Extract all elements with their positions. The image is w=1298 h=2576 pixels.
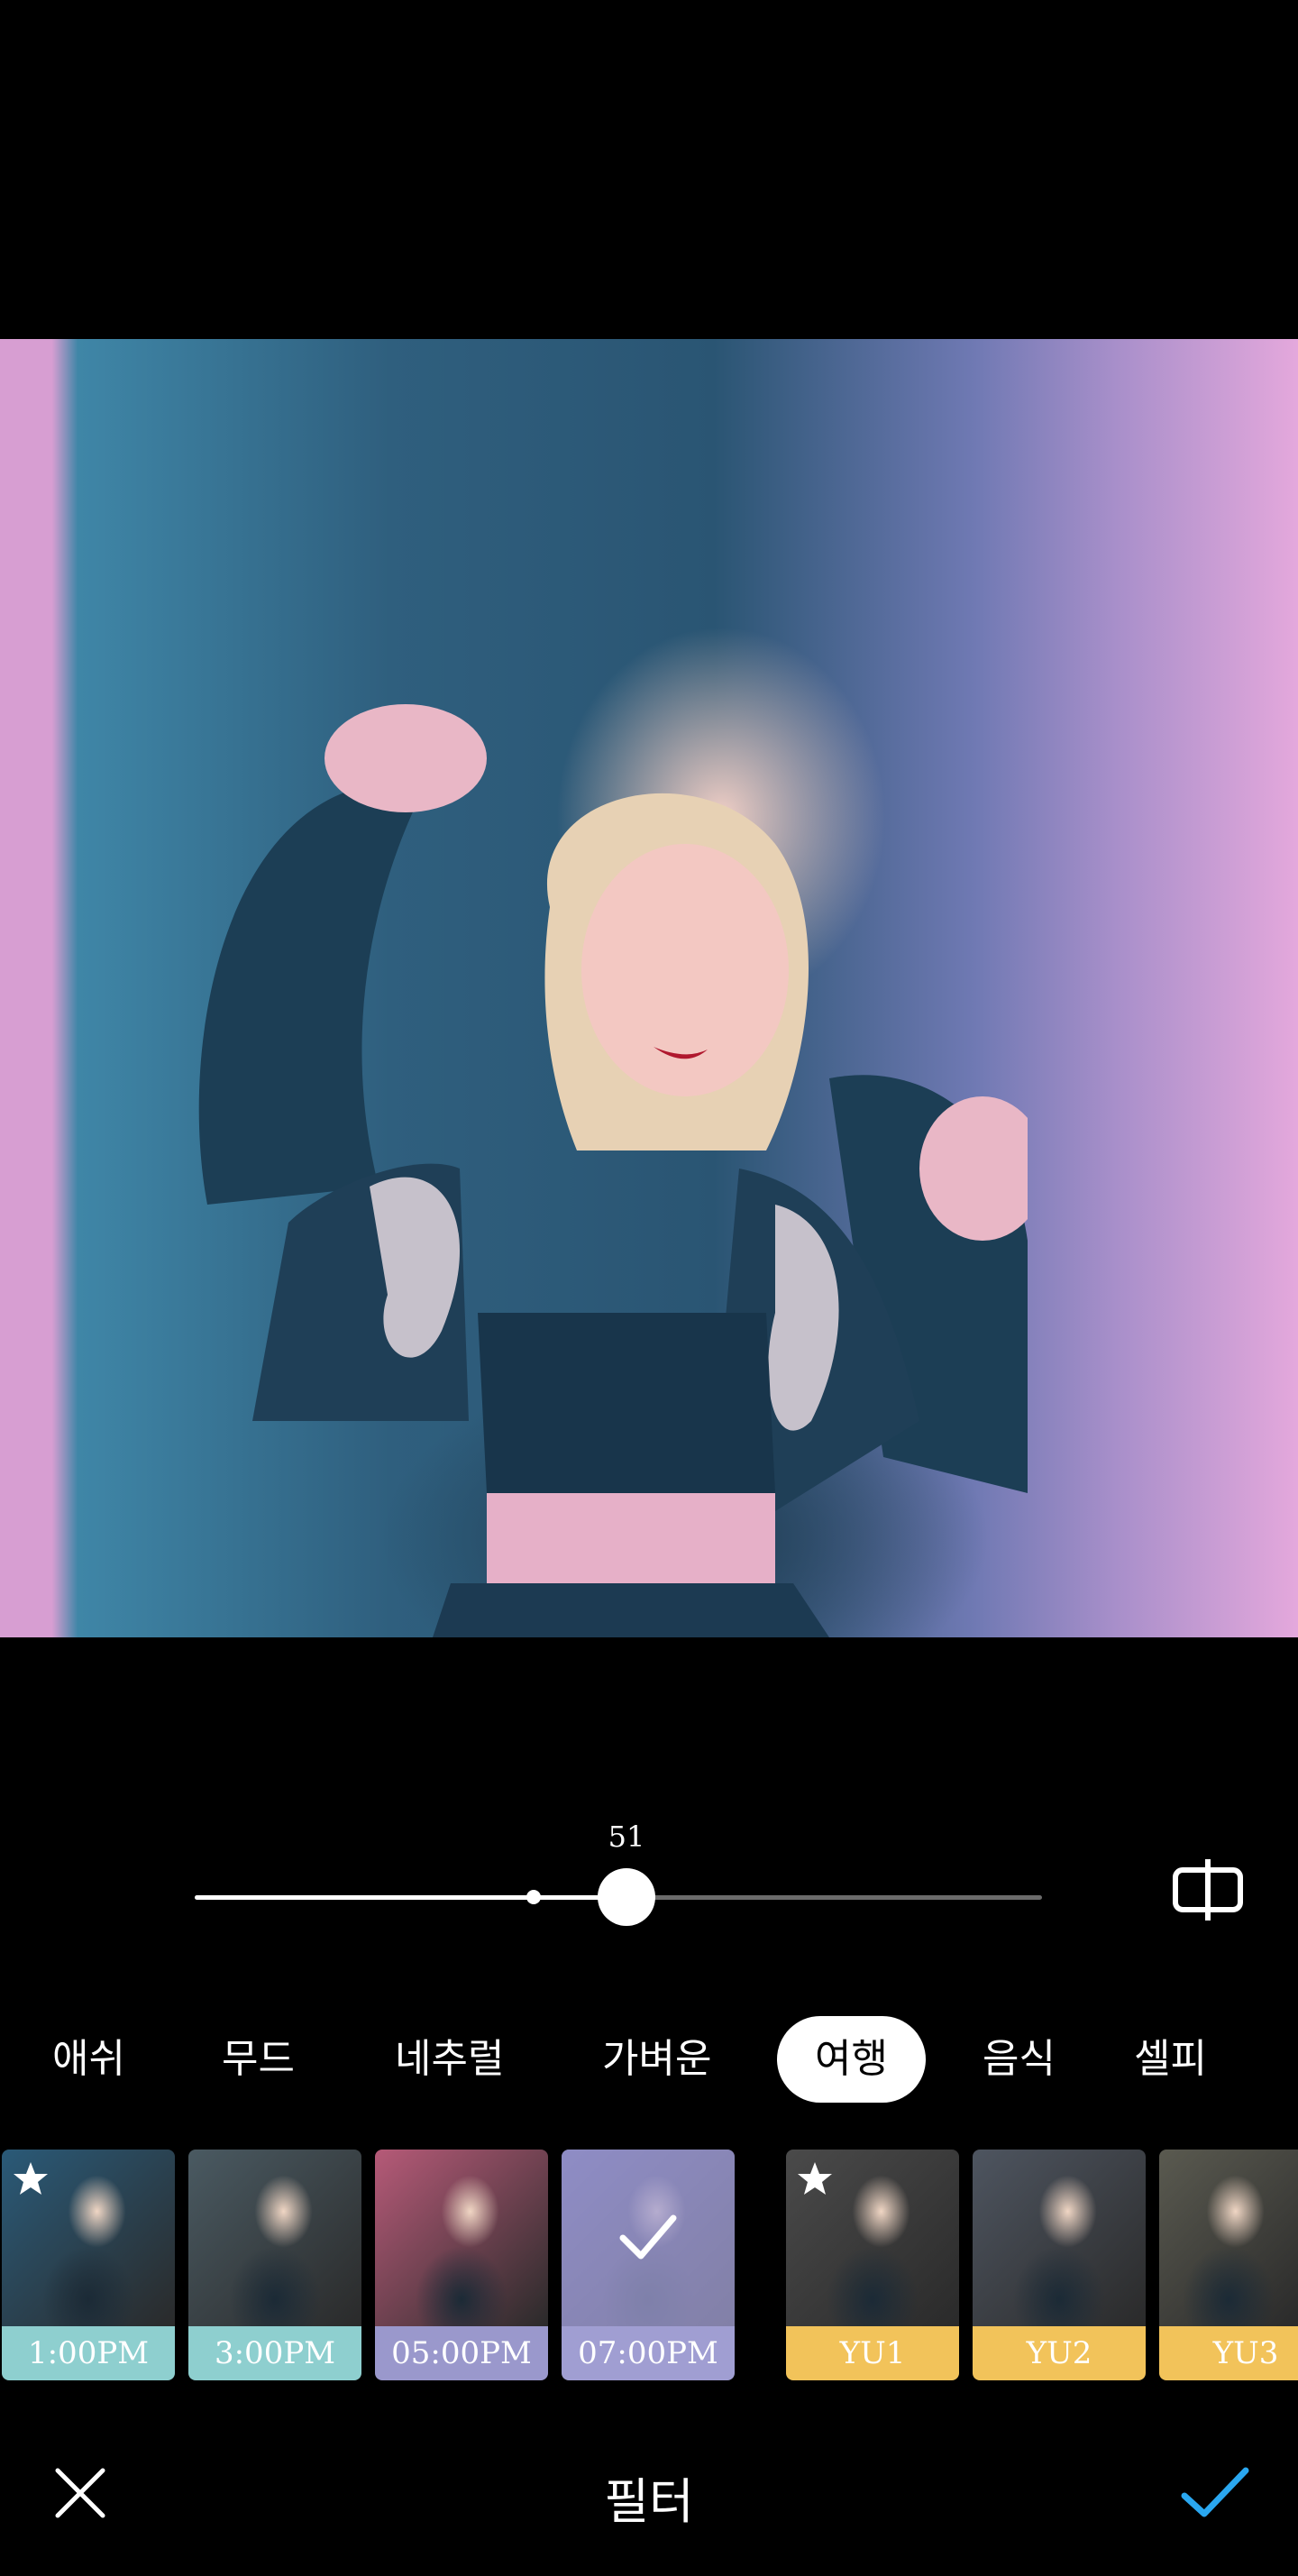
- confirm-checkmark-icon[interactable]: [1181, 2465, 1249, 2519]
- category-tab-selfie[interactable]: 셀피: [1134, 2016, 1207, 2103]
- slider-thumb[interactable]: [598, 1868, 656, 1926]
- filter-thumbnail-list: 1:00PM 3:00PM 05:00PM 07:00PM YU1 YU2 YU…: [0, 2150, 1298, 2380]
- filter-label: YU2: [973, 2326, 1146, 2380]
- filter-preview-image: [973, 2150, 1146, 2326]
- filter-label: YU3: [1159, 2326, 1298, 2380]
- filter-strength-slider[interactable]: [195, 1868, 1042, 1926]
- filter-thumbnail[interactable]: 3:00PM: [188, 2150, 361, 2380]
- filter-label: 1:00PM: [2, 2326, 175, 2380]
- category-tab-mood[interactable]: 무드: [222, 2016, 295, 2103]
- photo-subject: [198, 704, 1028, 1637]
- filter-thumbnail-selected[interactable]: 07:00PM: [562, 2150, 735, 2380]
- filter-thumbnail[interactable]: YU2: [973, 2150, 1146, 2380]
- compare-split-icon[interactable]: [1172, 1857, 1244, 1922]
- favorite-star-icon: [14, 2162, 48, 2195]
- filter-thumbnail[interactable]: YU3: [1159, 2150, 1298, 2380]
- filter-thumbnail[interactable]: 05:00PM: [375, 2150, 548, 2380]
- filter-label: YU1: [786, 2326, 959, 2380]
- slider-fill: [195, 1895, 627, 1900]
- filter-thumbnail[interactable]: YU1: [786, 2150, 959, 2380]
- filter-label: 3:00PM: [188, 2326, 361, 2380]
- category-tab-food[interactable]: 음식: [983, 2016, 1056, 2103]
- category-tab-ash[interactable]: 애쉬: [52, 2016, 125, 2103]
- filter-preview-image: [188, 2150, 361, 2326]
- category-tab-light[interactable]: 가벼운: [602, 2016, 711, 2103]
- slider-default-marker: [526, 1890, 541, 1904]
- filter-label: 05:00PM: [375, 2326, 548, 2380]
- checkmark-icon: [619, 2214, 677, 2260]
- filter-preview-image: [375, 2150, 548, 2326]
- filter-strength-value: 51: [608, 1820, 645, 1854]
- filter-preview-image: [1159, 2150, 1298, 2326]
- category-tab-natural[interactable]: 네추럴: [395, 2016, 504, 2103]
- category-tab-travel[interactable]: 여행: [777, 2016, 926, 2103]
- screen-title: 필터: [604, 2473, 694, 2530]
- close-icon[interactable]: [54, 2467, 106, 2519]
- photo-preview: [0, 339, 1298, 1637]
- filter-label: 07:00PM: [562, 2326, 735, 2380]
- favorite-star-icon: [798, 2162, 832, 2195]
- filter-thumbnail[interactable]: 1:00PM: [2, 2150, 175, 2380]
- filter-category-tabs: 애쉬 무드 네추럴 가벼운 여행 음식 셀피: [0, 2016, 1298, 2106]
